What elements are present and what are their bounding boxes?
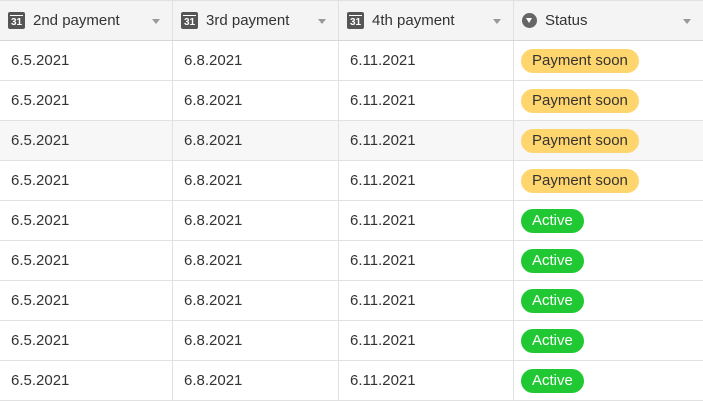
status-badge: Active — [521, 368, 584, 393]
header-row: 31 2nd payment 31 3rd payment 31 4th pay… — [0, 0, 703, 41]
cell-status[interactable]: Active — [514, 281, 703, 320]
column-header-label: 4th payment — [372, 12, 455, 29]
table-row[interactable]: 6.5.2021 6.8.2021 6.11.2021 Active — [0, 321, 703, 361]
column-header-status[interactable]: Status — [514, 1, 703, 40]
status-badge: Payment soon — [521, 128, 639, 153]
column-header-label: 2nd payment — [33, 12, 120, 29]
chevron-down-icon[interactable] — [152, 19, 160, 24]
column-header-3rd-payment[interactable]: 31 3rd payment — [173, 1, 339, 40]
column-header-label: 3rd payment — [206, 12, 290, 29]
chevron-down-icon[interactable] — [493, 19, 501, 24]
cell-2nd-payment[interactable]: 6.5.2021 — [0, 241, 173, 280]
cell-3rd-payment[interactable]: 6.8.2021 — [173, 321, 339, 360]
cell-3rd-payment[interactable]: 6.8.2021 — [173, 241, 339, 280]
cell-2nd-payment[interactable]: 6.5.2021 — [0, 281, 173, 320]
table-row[interactable]: 6.5.2021 6.8.2021 6.11.2021 Payment soon — [0, 81, 703, 121]
cell-4th-payment[interactable]: 6.11.2021 — [339, 201, 514, 240]
column-header-2nd-payment[interactable]: 31 2nd payment — [0, 1, 173, 40]
cell-status[interactable]: Payment soon — [514, 121, 703, 160]
status-badge: Payment soon — [521, 168, 639, 193]
table-row[interactable]: 6.5.2021 6.8.2021 6.11.2021 Active — [0, 201, 703, 241]
cell-3rd-payment[interactable]: 6.8.2021 — [173, 121, 339, 160]
cell-status[interactable]: Payment soon — [514, 81, 703, 120]
cell-status[interactable]: Active — [514, 361, 703, 400]
table-row[interactable]: 6.5.2021 6.8.2021 6.11.2021 Payment soon — [0, 41, 703, 81]
cell-4th-payment[interactable]: 6.11.2021 — [339, 281, 514, 320]
table-row[interactable]: 6.5.2021 6.8.2021 6.11.2021 Payment soon — [0, 161, 703, 201]
table-row[interactable]: 6.5.2021 6.8.2021 6.11.2021 Active — [0, 361, 703, 401]
table-row[interactable]: 6.5.2021 6.8.2021 6.11.2021 Active — [0, 281, 703, 321]
data-grid: 31 2nd payment 31 3rd payment 31 4th pay… — [0, 0, 703, 401]
cell-status[interactable]: Active — [514, 201, 703, 240]
cell-status[interactable]: Active — [514, 321, 703, 360]
calendar-icon: 31 — [181, 12, 198, 29]
cell-2nd-payment[interactable]: 6.5.2021 — [0, 41, 173, 80]
cell-4th-payment[interactable]: 6.11.2021 — [339, 41, 514, 80]
status-badge: Active — [521, 248, 584, 273]
status-badge: Payment soon — [521, 48, 639, 73]
cell-2nd-payment[interactable]: 6.5.2021 — [0, 121, 173, 160]
chevron-down-icon[interactable] — [318, 19, 326, 24]
cell-4th-payment[interactable]: 6.11.2021 — [339, 241, 514, 280]
cell-2nd-payment[interactable]: 6.5.2021 — [0, 81, 173, 120]
single-select-icon — [522, 13, 537, 28]
status-badge: Payment soon — [521, 88, 639, 113]
status-badge: Active — [521, 328, 584, 353]
calendar-icon: 31 — [8, 12, 25, 29]
status-badge: Active — [521, 208, 584, 233]
cell-status[interactable]: Payment soon — [514, 41, 703, 80]
table-row[interactable]: 6.5.2021 6.8.2021 6.11.2021 Payment soon — [0, 121, 703, 161]
status-badge: Active — [521, 288, 584, 313]
cell-3rd-payment[interactable]: 6.8.2021 — [173, 41, 339, 80]
cell-4th-payment[interactable]: 6.11.2021 — [339, 121, 514, 160]
cell-status[interactable]: Payment soon — [514, 161, 703, 200]
cell-2nd-payment[interactable]: 6.5.2021 — [0, 361, 173, 400]
cell-4th-payment[interactable]: 6.11.2021 — [339, 361, 514, 400]
cell-3rd-payment[interactable]: 6.8.2021 — [173, 81, 339, 120]
column-header-4th-payment[interactable]: 31 4th payment — [339, 1, 514, 40]
cell-3rd-payment[interactable]: 6.8.2021 — [173, 201, 339, 240]
cell-3rd-payment[interactable]: 6.8.2021 — [173, 361, 339, 400]
cell-4th-payment[interactable]: 6.11.2021 — [339, 81, 514, 120]
cell-2nd-payment[interactable]: 6.5.2021 — [0, 161, 173, 200]
cell-4th-payment[interactable]: 6.11.2021 — [339, 321, 514, 360]
cell-status[interactable]: Active — [514, 241, 703, 280]
cell-3rd-payment[interactable]: 6.8.2021 — [173, 161, 339, 200]
cell-2nd-payment[interactable]: 6.5.2021 — [0, 321, 173, 360]
column-header-label: Status — [545, 12, 588, 29]
table-row[interactable]: 6.5.2021 6.8.2021 6.11.2021 Active — [0, 241, 703, 281]
calendar-icon: 31 — [347, 12, 364, 29]
chevron-down-icon[interactable] — [683, 19, 691, 24]
cell-4th-payment[interactable]: 6.11.2021 — [339, 161, 514, 200]
cell-2nd-payment[interactable]: 6.5.2021 — [0, 201, 173, 240]
cell-3rd-payment[interactable]: 6.8.2021 — [173, 281, 339, 320]
